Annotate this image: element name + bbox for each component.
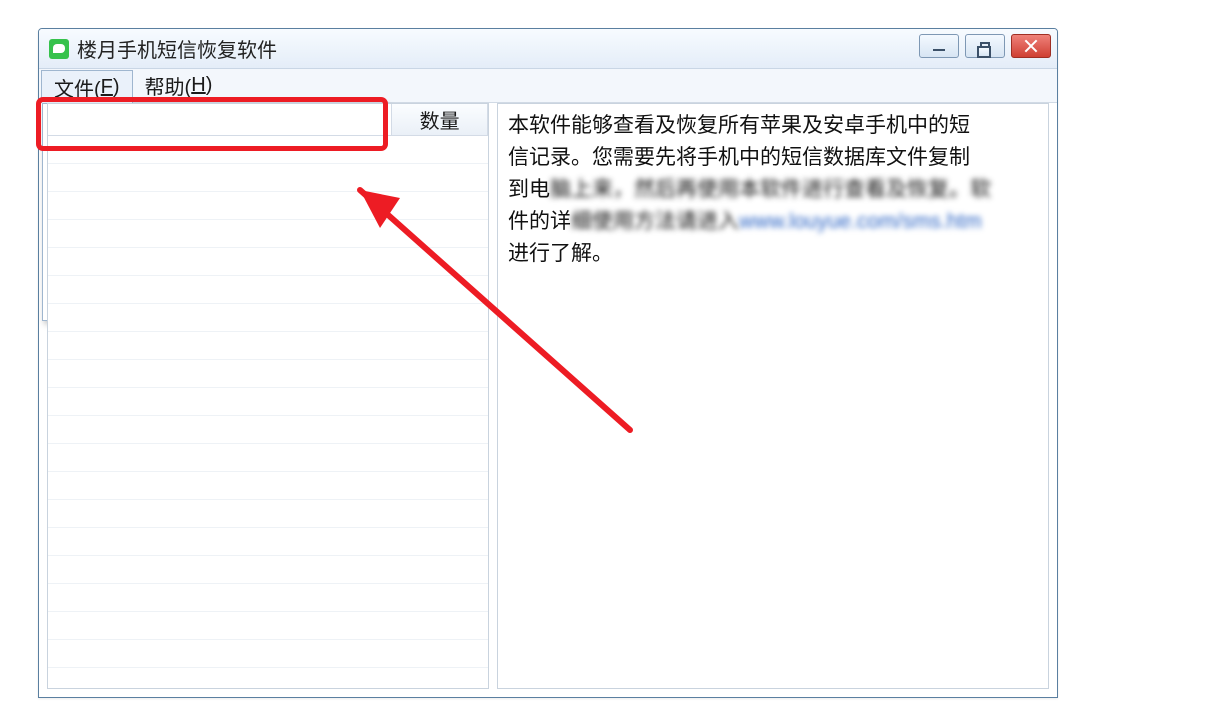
table-row[interactable] [48, 192, 488, 220]
desc-line: 进行了解。 [508, 238, 1038, 270]
menu-help-suffix: ) [206, 74, 213, 97]
table-row[interactable] [48, 220, 488, 248]
table-row[interactable] [48, 556, 488, 584]
table-row[interactable] [48, 612, 488, 640]
column-spacer [48, 104, 392, 136]
menu-file-hotkey: F [101, 76, 113, 99]
desc-line: 信记录。您需要先将手机中的短信数据库文件复制 [508, 142, 1038, 174]
maximize-icon [980, 42, 990, 50]
table-row[interactable] [48, 584, 488, 612]
table-row[interactable] [48, 528, 488, 556]
app-icon [49, 39, 69, 59]
table-row[interactable] [48, 248, 488, 276]
table-row[interactable] [48, 388, 488, 416]
window-controls [919, 34, 1051, 58]
table-row[interactable] [48, 276, 488, 304]
minimize-icon [933, 49, 945, 51]
table-row[interactable] [48, 360, 488, 388]
description-pane: 本软件能够查看及恢复所有苹果及安卓手机中的短 信记录。您需要先将手机中的短信数据… [497, 103, 1049, 689]
desc-fragment-blur: 细使用方法请进入 [571, 210, 739, 233]
desc-fragment: 到电 [508, 178, 550, 201]
column-quantity[interactable]: 数量 [392, 104, 488, 136]
menu-file-label: 文件( [54, 73, 101, 102]
desc-link-blur[interactable]: www.louyue.com/sms.htm [739, 210, 982, 233]
content-area: 数量 [47, 103, 1049, 689]
close-button[interactable] [1011, 34, 1051, 58]
table-row[interactable] [48, 500, 488, 528]
close-icon [1024, 39, 1038, 53]
table-rows [48, 136, 488, 688]
minimize-button[interactable] [919, 34, 959, 58]
menubar: 文件(F) 打开短信数据库文件(O) 恢复已删除短信(R) 导出短信(E) 注册… [39, 69, 1057, 103]
contact-list-pane: 数量 [47, 103, 489, 689]
table-row[interactable] [48, 416, 488, 444]
maximize-button[interactable] [965, 34, 1005, 58]
table-row[interactable] [48, 640, 488, 668]
titlebar: 楼月手机短信恢复软件 [39, 29, 1057, 69]
table-row[interactable] [48, 332, 488, 360]
menu-help[interactable]: 帮助(H) [133, 69, 225, 102]
table-row[interactable] [48, 136, 488, 164]
menu-help-hotkey: H [191, 74, 205, 97]
table-row[interactable] [48, 304, 488, 332]
desc-line: 本软件能够查看及恢复所有苹果及安卓手机中的短 [508, 110, 1038, 142]
app-window: 楼月手机短信恢复软件 文件(F) 打开短信数据库文件(O) 恢复已删除短信(R)… [38, 28, 1058, 698]
desc-line: 到电脑上来，然后再使用本软件进行查看及恢复。软 [508, 174, 1038, 206]
table-row[interactable] [48, 164, 488, 192]
menu-file[interactable]: 文件(F) 打开短信数据库文件(O) 恢复已删除短信(R) 导出短信(E) 注册… [41, 70, 133, 103]
column-headers: 数量 [48, 104, 488, 136]
menu-help-label: 帮助( [145, 71, 192, 100]
desc-fragment-blur: 脑上来，然后再使用本软件进行查看及恢复。软 [550, 178, 991, 201]
desc-fragment: 件的详 [508, 210, 571, 233]
menu-file-suffix: ) [113, 76, 120, 99]
table-row[interactable] [48, 472, 488, 500]
desc-line: 件的详细使用方法请进入www.louyue.com/sms.htm [508, 206, 1038, 238]
table-row[interactable] [48, 444, 488, 472]
window-title: 楼月手机短信恢复软件 [77, 34, 277, 63]
